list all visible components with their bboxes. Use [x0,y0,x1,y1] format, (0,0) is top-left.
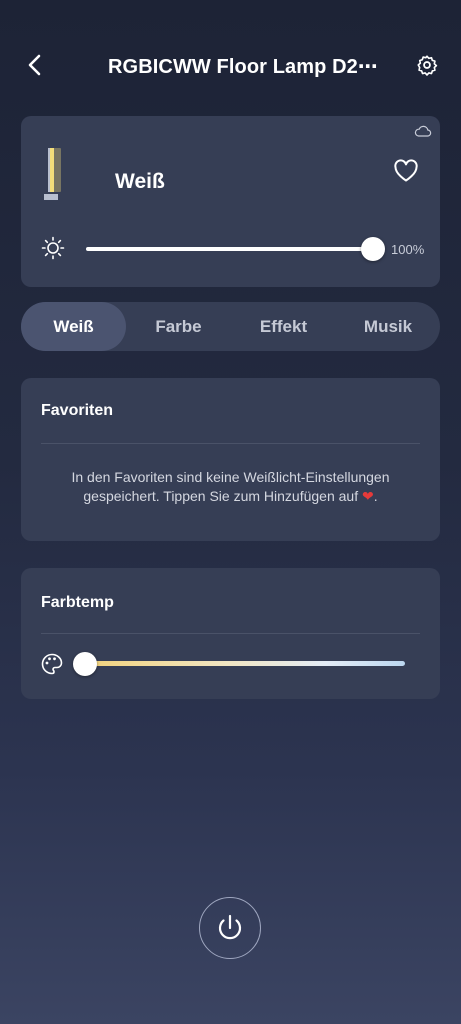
device-card: Weiß 100% [21,116,440,287]
favorites-title: Favoriten [41,402,114,419]
color-temp-card: Farbtemp [21,568,440,699]
lamp-icon [44,148,61,200]
settings-button[interactable] [414,52,440,78]
favorite-button[interactable] [393,159,419,183]
favorites-empty-text-end: . [373,488,378,504]
color-temp-slider-track[interactable] [85,661,405,666]
sun-icon [41,236,65,260]
tab-effekt[interactable]: Effekt [231,302,336,351]
favorites-empty-message: In den Favoriten sind keine Weißlicht-Ei… [51,468,410,506]
gear-icon [417,55,438,76]
brightness-slider-thumb[interactable] [361,237,385,261]
tab-musik[interactable]: Musik [336,302,440,351]
cloud-icon [414,125,432,137]
divider [41,633,420,634]
power-button[interactable] [199,897,261,959]
tab-weiss[interactable]: Weiß [21,302,126,351]
divider [41,443,420,444]
device-title: RGBICWW Floor Lamp D2⋯ [108,56,378,78]
brightness-slider-track[interactable] [86,247,376,251]
color-temp-slider-thumb[interactable] [73,652,97,676]
heart-filled-icon: ❤ [362,488,374,504]
mode-title: Weiß [115,170,165,193]
brightness-value: 100% [391,242,425,257]
power-icon [218,914,242,940]
favorites-empty-text: In den Favoriten sind keine Weißlicht-Ei… [71,469,390,504]
header: RGBICWW Floor Lamp D2⋯ [0,40,461,90]
favorites-card: Favoriten In den Favoriten sind keine We… [21,378,440,541]
tab-farbe[interactable]: Farbe [126,302,231,351]
mode-tabs: Weiß Farbe Effekt Musik [21,302,440,351]
palette-icon[interactable] [40,652,64,676]
heart-outline-icon [394,159,418,182]
chevron-left-icon [28,54,41,76]
back-button[interactable] [22,52,48,78]
color-temp-title: Farbtemp [41,594,114,611]
